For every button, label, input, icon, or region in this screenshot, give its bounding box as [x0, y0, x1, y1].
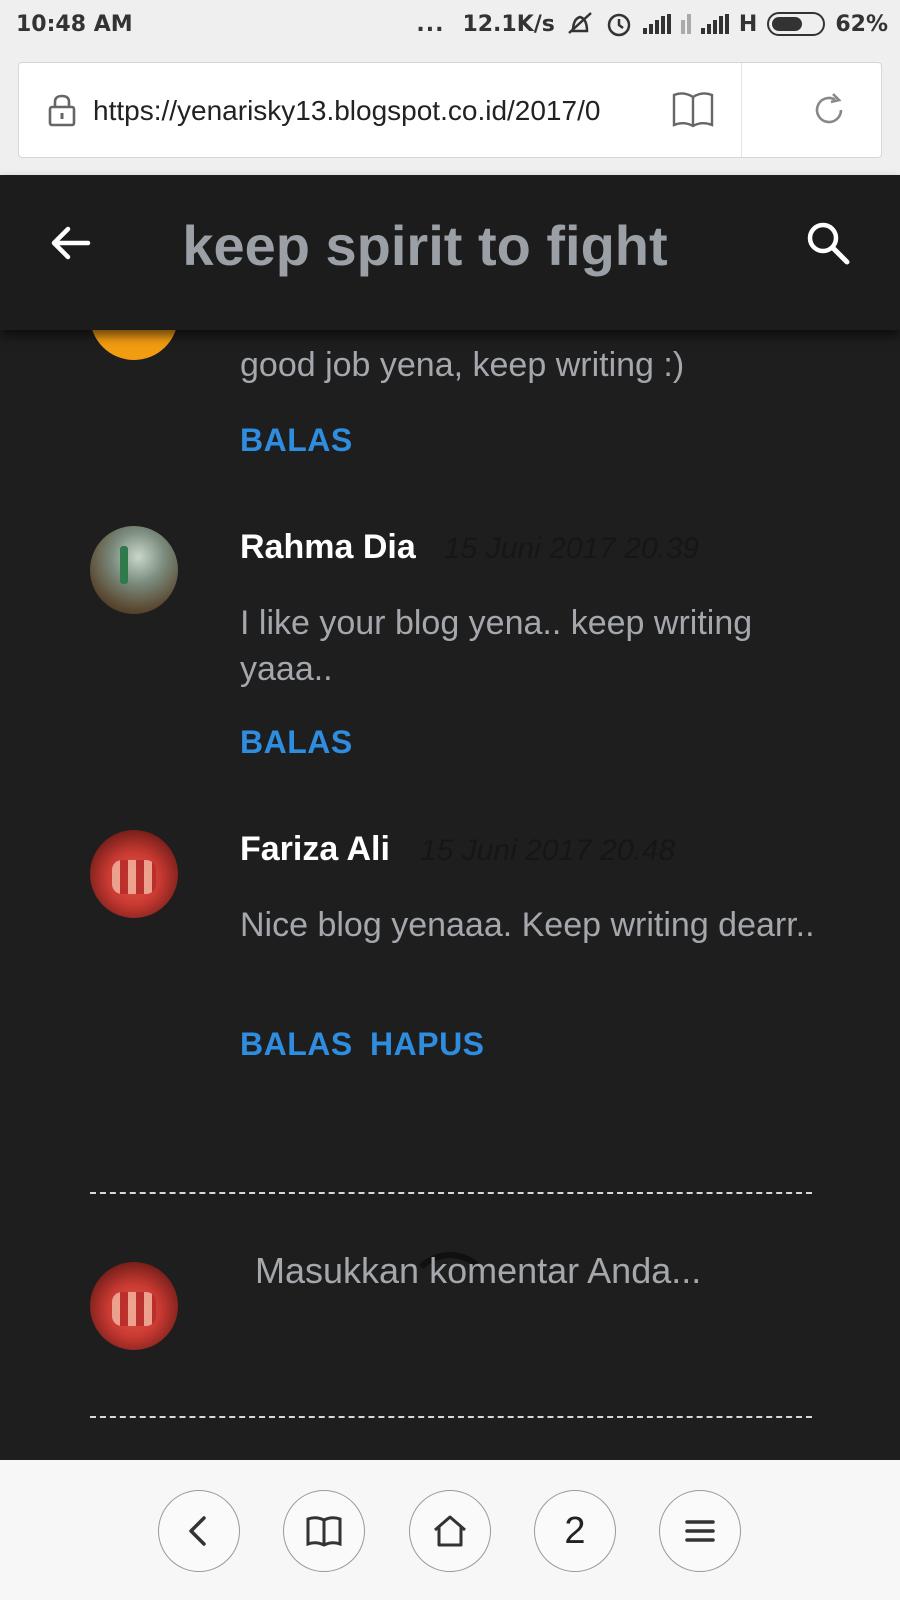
alarm-icon	[607, 13, 631, 37]
reload-icon[interactable]	[811, 91, 847, 129]
network-speed: 12.1K/s	[462, 11, 555, 37]
battery-icon	[767, 12, 826, 36]
reply-button[interactable]: BALAS	[240, 422, 353, 459]
browser-bottom-nav: 2	[0, 1460, 900, 1600]
commenter-avatar[interactable]	[90, 526, 178, 614]
comment-text: I like your blog yena.. keep writing yaa…	[240, 604, 753, 688]
lock-icon	[48, 94, 76, 127]
signal-icon-2	[700, 14, 729, 34]
mute-icon	[568, 12, 592, 34]
comment-author[interactable]: Rahma Dia	[240, 528, 416, 567]
nav-back-button[interactable]	[158, 1490, 240, 1572]
network-type: H	[738, 11, 758, 37]
url-text[interactable]: https://yenarisky13.blogspot.co.id/2017/…	[93, 95, 641, 127]
notification-dots: ...	[416, 11, 445, 37]
reader-mode-icon[interactable]	[671, 89, 715, 129]
delete-button[interactable]: HAPUS	[370, 1026, 485, 1063]
comment-date[interactable]: 15 Juni 2017 20.48	[420, 834, 675, 868]
battery-percent: 62%	[835, 11, 888, 37]
blog-header: keep spirit to fight	[0, 175, 900, 330]
comment-date[interactable]: 15 Juni 2017 20.39	[444, 532, 699, 566]
status-time: 10:48 AM	[16, 12, 133, 37]
nav-bookmarks-button[interactable]	[283, 1490, 365, 1572]
toolbar-divider	[741, 63, 742, 157]
compose-divider-top	[90, 1192, 812, 1194]
current-user-avatar	[90, 1262, 178, 1350]
blog-title[interactable]: keep spirit to fight	[0, 213, 850, 278]
comment-author[interactable]: Fariza Ali	[240, 830, 390, 869]
bookmarks-icon	[306, 1516, 342, 1547]
data-transfer-icon	[680, 14, 691, 34]
status-bar: 10:48 AM ... 12.1K/s H 62%	[0, 0, 900, 52]
nav-home-button[interactable]	[409, 1490, 491, 1572]
comments-section: good job yena, keep writing :) BALAS Rah…	[0, 272, 900, 1460]
compose-divider-bottom	[90, 1416, 812, 1418]
comment-text: good job yena, keep writing :)	[240, 346, 685, 384]
nav-tabs-button[interactable]: 2	[534, 1490, 616, 1572]
browser-toolbar: https://yenarisky13.blogspot.co.id/2017/…	[0, 52, 900, 175]
address-bar[interactable]: https://yenarisky13.blogspot.co.id/2017/…	[18, 62, 882, 158]
reply-button[interactable]: BALAS	[240, 1026, 353, 1063]
reply-button[interactable]: BALAS	[240, 724, 353, 761]
signal-icon	[642, 14, 671, 34]
home-icon	[434, 1515, 466, 1547]
menu-icon	[685, 1520, 715, 1542]
nav-menu-button[interactable]	[659, 1490, 741, 1572]
tab-count: 2	[564, 1509, 586, 1552]
status-icons: ... 12.1K/s H 62%	[416, 10, 888, 38]
comment-text: Nice blog yenaaa. Keep writing dearr..	[240, 906, 815, 944]
comment-input[interactable]: Masukkan komentar Anda...	[255, 1250, 701, 1292]
commenter-avatar[interactable]	[90, 830, 178, 918]
search-icon[interactable]	[804, 219, 852, 267]
screen: 10:48 AM ... 12.1K/s H 62% https://yenar…	[0, 0, 900, 1600]
back-icon	[189, 1516, 206, 1546]
